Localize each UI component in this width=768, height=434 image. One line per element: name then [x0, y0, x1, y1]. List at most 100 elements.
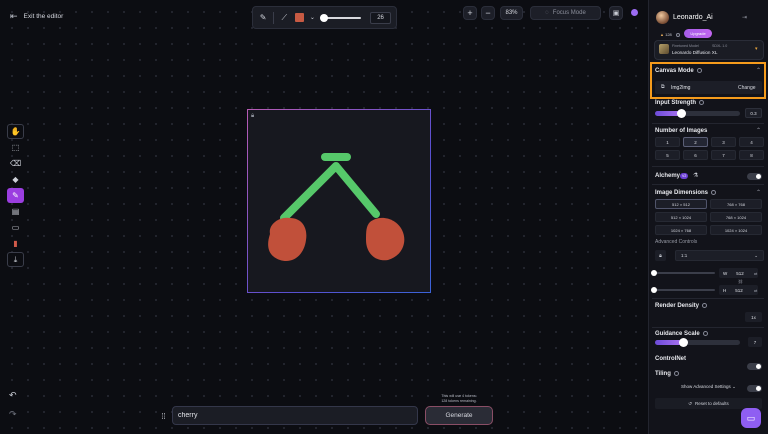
exit-label: Exit the editor — [23, 13, 64, 20]
delete-tool[interactable]: ▮ — [7, 236, 24, 251]
toolbar-divider — [273, 11, 275, 24]
redo-icon: ↷ — [9, 409, 17, 419]
dimension-option[interactable]: 768 × 768 — [710, 199, 762, 209]
change-mode-button[interactable]: Change — [738, 85, 756, 91]
zoom-out-button[interactable]: − — [481, 6, 495, 20]
tiling-toggle[interactable] — [747, 385, 762, 392]
image-tool[interactable]: ▤ — [7, 204, 24, 219]
eraser-tool[interactable]: ⌫ — [7, 156, 24, 171]
image-count-option[interactable]: 6 — [683, 150, 708, 160]
info-icon — [699, 100, 704, 105]
divider — [652, 184, 764, 185]
exit-editor-button[interactable]: ⇤ Exit the editor — [10, 11, 63, 22]
img2img-icon: ⧉ — [661, 84, 665, 90]
info-icon — [711, 190, 717, 195]
width-slider[interactable] — [654, 272, 715, 274]
render-density-value[interactable]: 1x — [745, 312, 762, 322]
input-strength-value[interactable]: 0.3 — [745, 108, 762, 118]
image-count-option[interactable]: 4 — [739, 137, 764, 147]
chevron-down-icon[interactable]: ▾ — [755, 46, 758, 52]
dimension-option[interactable]: 1024 × 1024 — [710, 225, 762, 235]
info-icon — [675, 32, 680, 37]
height-slider[interactable] — [654, 289, 715, 291]
width-label: W — [723, 270, 728, 276]
redo-button[interactable]: ↷ — [9, 409, 17, 420]
right-cherry — [366, 217, 405, 261]
dimension-option[interactable]: 512 × 1024 — [655, 212, 707, 222]
divider — [652, 166, 764, 167]
color-picker-button[interactable] — [294, 12, 305, 24]
focus-mode-button[interactable]: ◌ Focus Mode — [530, 6, 601, 20]
undo-button[interactable]: ↶ — [9, 390, 17, 401]
height-input[interactable]: H 512 — [719, 285, 758, 295]
logout-icon[interactable]: ⇥ — [742, 14, 747, 21]
guidance-scale-label: Guidance Scale — [655, 331, 700, 338]
image-count-option[interactable]: 7 — [711, 150, 736, 160]
slider-knob[interactable] — [319, 13, 328, 22]
link-icon[interactable]: ⛓ — [738, 279, 743, 284]
show-advanced-settings-link[interactable]: Show Advanced Settings ⌄ — [681, 384, 736, 390]
pencil-tool[interactable]: ✎ — [7, 188, 24, 203]
download-tool[interactable]: ⤓ — [7, 252, 24, 267]
reset-label: Reset to defaults — [695, 401, 729, 406]
eyedropper-icon[interactable]: ⟋ — [279, 12, 289, 24]
token-icon: ▲ — [660, 32, 664, 37]
prompt-settings-icon[interactable]: ⁞⁞ — [157, 408, 170, 424]
tokens-remaining-text: 128 tokens remaining. — [441, 398, 477, 403]
brush-size-slider[interactable] — [319, 13, 362, 22]
image-count-option[interactable]: 2 — [683, 137, 708, 147]
image-count-option[interactable]: 1 — [655, 137, 680, 147]
prompt-input[interactable] — [172, 406, 418, 425]
avatar[interactable] — [656, 11, 669, 24]
controlnet-toggle[interactable] — [747, 363, 762, 370]
dimension-option[interactable]: 512 × 512 — [655, 199, 707, 209]
slider-knob[interactable] — [677, 109, 686, 118]
zoom-level[interactable]: 83% — [500, 6, 523, 20]
hand-tool[interactable]: ✋ — [7, 124, 24, 139]
image-count-option[interactable]: 8 — [739, 150, 764, 160]
alchemy-toggle[interactable] — [747, 173, 762, 180]
dimension-option[interactable]: 768 × 1024 — [710, 212, 762, 222]
upgrade-button[interactable]: Upgrade — [684, 29, 712, 38]
slider-knob[interactable] — [651, 287, 657, 293]
brush-size-input[interactable]: 26 — [370, 11, 391, 24]
drawing-canvas[interactable] — [247, 109, 431, 293]
chevron-down-icon[interactable]: ⌄ — [310, 12, 315, 24]
canvas-mode-heading: Canvas Mode — [655, 68, 702, 74]
chevron-up-icon[interactable]: ⌃ — [756, 127, 761, 134]
token-count: ▲ 128 — [660, 32, 680, 37]
image-count-option[interactable]: 3 — [711, 137, 736, 147]
image-dimensions-label: Image Dimensions — [655, 190, 709, 197]
guidance-scale-heading: Guidance Scale — [655, 331, 708, 337]
focus-icon: ◌ — [545, 10, 549, 16]
input-strength-slider[interactable] — [655, 111, 740, 116]
aspect-ratio-select[interactable]: 1:1 ⌄ — [675, 250, 764, 261]
slider-knob[interactable] — [651, 270, 657, 276]
guidance-scale-slider[interactable] — [655, 340, 740, 345]
width-input[interactable]: W 512 — [719, 268, 758, 278]
guidance-scale-value[interactable]: 7 — [748, 337, 762, 347]
lock-icon: 🔒︎ — [659, 252, 662, 259]
chevron-up-icon[interactable]: ⌃ — [756, 189, 761, 196]
layer-tool[interactable]: ▭ — [7, 220, 24, 235]
chevron-up-icon[interactable]: ⌃ — [756, 67, 761, 74]
pencil-tool-icon[interactable]: ✎ — [258, 12, 268, 24]
select-tool[interactable]: ⬚ — [7, 140, 24, 155]
advanced-settings-label: Show Advanced Settings — [681, 384, 731, 389]
dimension-option[interactable]: 1024 × 768 — [655, 225, 707, 235]
fill-tool[interactable]: ◆ — [7, 172, 24, 187]
lock-icon[interactable]: 🔒︎ — [251, 113, 254, 120]
slider-knob[interactable] — [679, 338, 688, 347]
tiling-heading: Tiling — [655, 371, 679, 377]
generate-button[interactable]: Generate — [425, 406, 493, 425]
zoom-in-button[interactable]: + — [463, 6, 477, 20]
image-count-option[interactable]: 5 — [655, 150, 680, 160]
chat-button[interactable]: ▭ — [741, 408, 761, 428]
aspect-lock-button[interactable]: 🔒︎ — [655, 250, 666, 261]
divider — [652, 298, 764, 299]
token-info: This will use 4 tokens. 128 tokens remai… — [426, 394, 492, 403]
camera-button[interactable]: ▣ — [609, 6, 623, 20]
chevron-down-icon: ⌄ — [732, 384, 736, 389]
status-dot — [631, 9, 638, 16]
model-name: Leonardo Diffusion XL — [672, 50, 718, 55]
